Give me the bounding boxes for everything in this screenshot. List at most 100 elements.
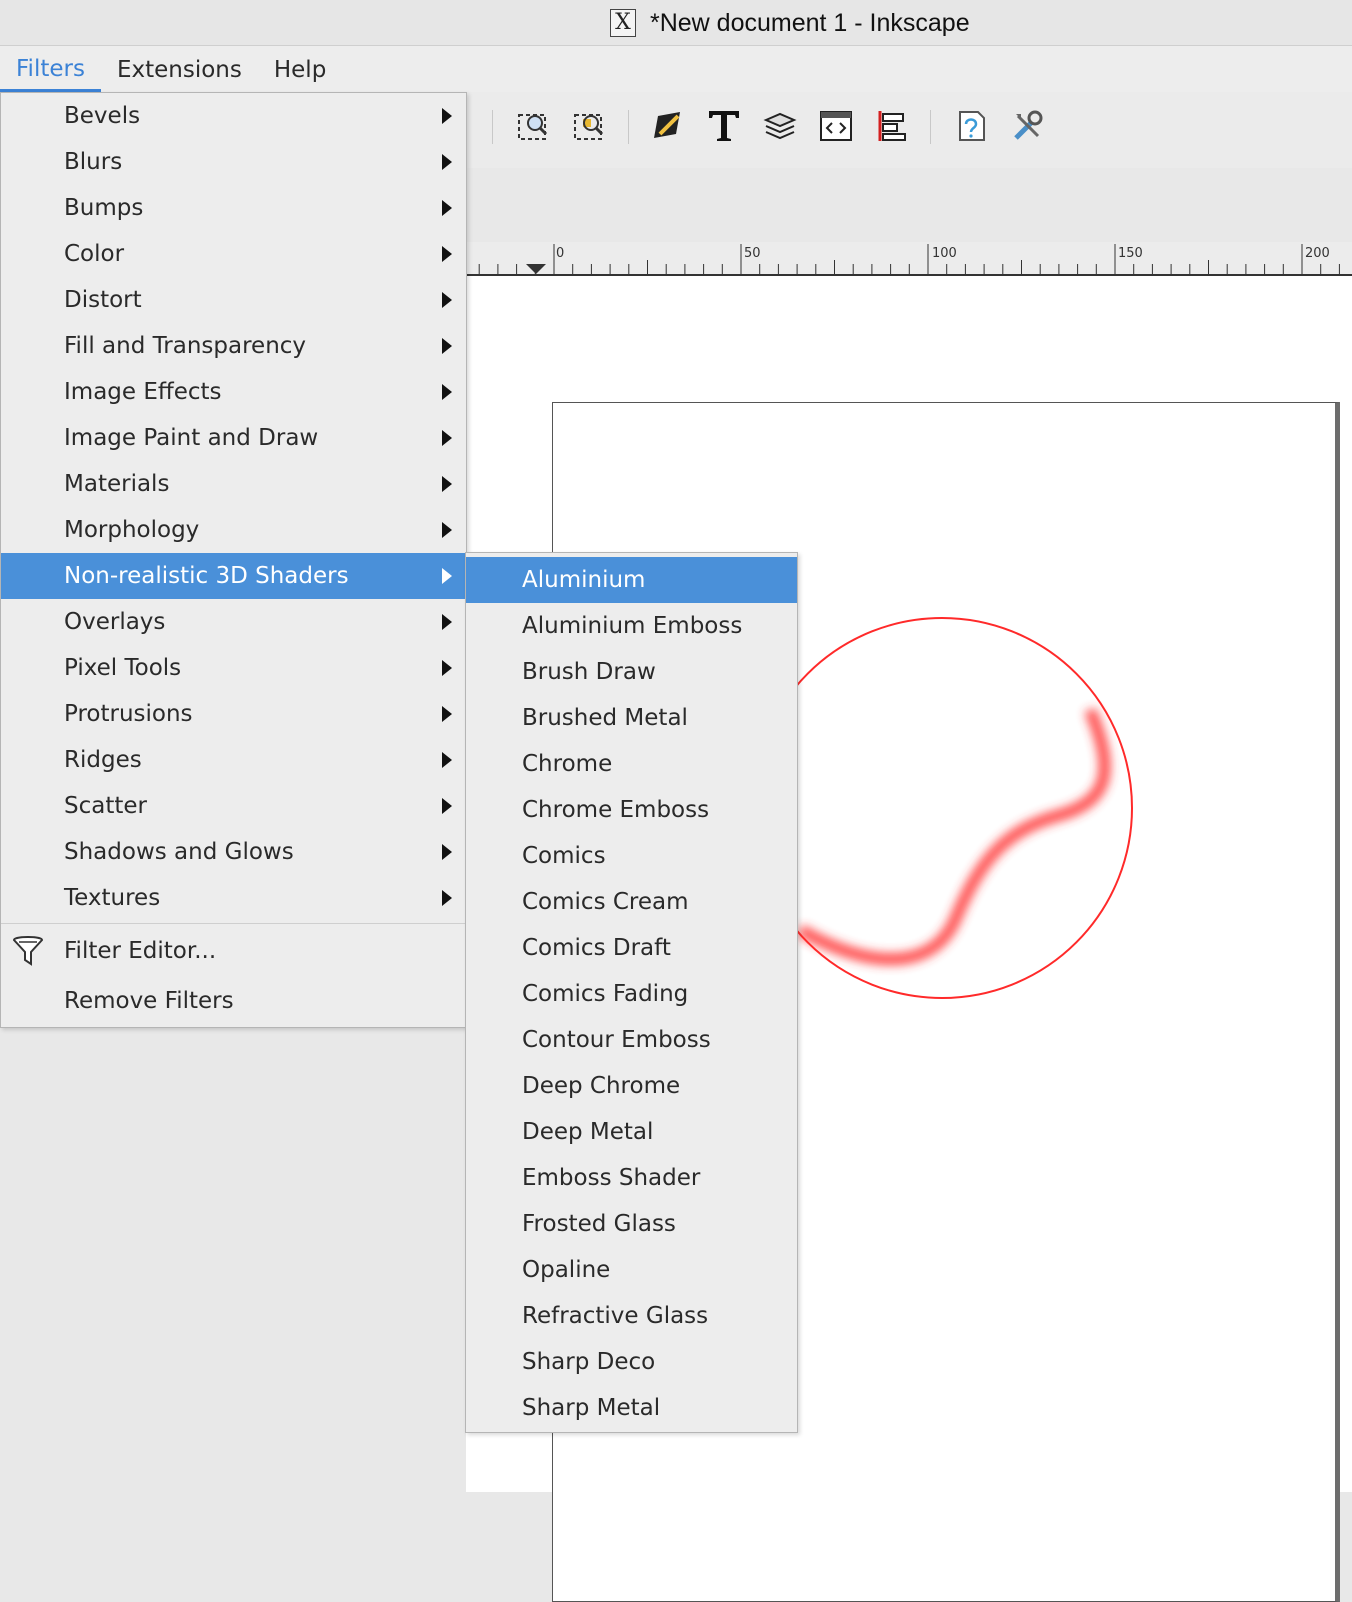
menu-item-label: Image Effects — [64, 379, 222, 405]
submenu-arrow-icon — [442, 292, 452, 308]
menu-item-label: Bumps — [64, 195, 144, 221]
submenu-item-comics-fading[interactable]: Comics Fading — [466, 971, 797, 1017]
submenu-item-comics[interactable]: Comics — [466, 833, 797, 879]
menu-item-label: Pixel Tools — [64, 655, 182, 681]
window-title: *New document 1 - Inkscape — [650, 8, 970, 37]
toolbar-separator — [628, 110, 629, 144]
menu-item-label: Bevels — [64, 103, 141, 129]
submenu-item-refractive-glass[interactable]: Refractive Glass — [466, 1293, 797, 1339]
preferences-icon[interactable] — [1010, 108, 1046, 144]
menu-item-filter-editor[interactable]: Filter Editor... — [1, 926, 466, 976]
submenu-arrow-icon — [442, 890, 452, 906]
submenu-item-deep-chrome[interactable]: Deep Chrome — [466, 1063, 797, 1109]
submenu-arrow-icon — [442, 430, 452, 446]
text-tool-icon[interactable] — [706, 108, 742, 144]
menu-item-label: Overlays — [64, 609, 166, 635]
menu-item-fill-and-transparency[interactable]: Fill and Transparency — [1, 323, 466, 369]
menu-filters[interactable]: Filters — [0, 48, 101, 92]
submenu-item-deep-metal[interactable]: Deep Metal — [466, 1109, 797, 1155]
submenu-item-aluminium[interactable]: Aluminium — [466, 557, 797, 603]
filters-menu: Bevels Blurs Bumps Color Distort Fill an… — [0, 92, 467, 1028]
submenu-item-comics-draft[interactable]: Comics Draft — [466, 925, 797, 971]
menu-item-materials[interactable]: Materials — [1, 461, 466, 507]
menu-item-scatter[interactable]: Scatter — [1, 783, 466, 829]
menu-item-remove-filters[interactable]: Remove Filters — [1, 976, 466, 1026]
menu-item-label: Distort — [64, 287, 142, 313]
submenu-arrow-icon — [442, 108, 452, 124]
menu-item-bevels[interactable]: Bevels — [1, 93, 466, 139]
menu-item-label: Protrusions — [64, 701, 193, 727]
ruler-label: 200 — [1305, 246, 1330, 261]
tool-controls-bar — [466, 168, 1352, 242]
menu-item-image-paint-and-draw[interactable]: Image Paint and Draw — [1, 415, 466, 461]
ruler-label: 50 — [744, 246, 761, 261]
submenu-arrow-icon — [442, 476, 452, 492]
menu-help[interactable]: Help — [258, 48, 342, 92]
submenu-item-sharp-deco[interactable]: Sharp Deco — [466, 1339, 797, 1385]
submenu-item-sharp-metal[interactable]: Sharp Metal — [466, 1385, 797, 1431]
zoom-drawing-icon[interactable] — [572, 108, 608, 144]
submenu-arrow-icon — [442, 568, 452, 584]
align-distribute-icon[interactable] — [874, 108, 910, 144]
horizontal-ruler[interactable]: 0 50 100 150 200 — [466, 242, 1352, 276]
menu-item-distort[interactable]: Distort — [1, 277, 466, 323]
submenu-arrow-icon — [442, 246, 452, 262]
menu-item-blurs[interactable]: Blurs — [1, 139, 466, 185]
submenu-item-emboss-shader[interactable]: Emboss Shader — [466, 1155, 797, 1201]
menu-item-non-realistic-3d-shaders[interactable]: Non-realistic 3D Shaders — [1, 553, 466, 599]
submenu-arrow-icon — [442, 384, 452, 400]
menu-item-protrusions[interactable]: Protrusions — [1, 691, 466, 737]
menu-item-shadows-and-glows[interactable]: Shadows and Glows — [1, 829, 466, 875]
submenu-item-frosted-glass[interactable]: Frosted Glass — [466, 1201, 797, 1247]
submenu-arrow-icon — [442, 798, 452, 814]
menu-item-label: Color — [64, 241, 125, 267]
menu-item-label: Shadows and Glows — [64, 839, 294, 865]
menu-item-label: Materials — [64, 471, 170, 497]
submenu-item-chrome-emboss[interactable]: Chrome Emboss — [466, 787, 797, 833]
menu-separator — [1, 923, 466, 924]
menu-item-pixel-tools[interactable]: Pixel Tools — [1, 645, 466, 691]
menu-extensions[interactable]: Extensions — [101, 48, 258, 92]
menu-item-bumps[interactable]: Bumps — [1, 185, 466, 231]
submenu-item-brushed-metal[interactable]: Brushed Metal — [466, 695, 797, 741]
menu-item-label: Morphology — [64, 517, 200, 543]
menu-item-label: Remove Filters — [64, 988, 234, 1014]
toolbar-separator — [930, 110, 931, 144]
submenu-item-brush-draw[interactable]: Brush Draw — [466, 649, 797, 695]
menu-item-textures[interactable]: Textures — [1, 875, 466, 921]
submenu-arrow-icon — [442, 614, 452, 630]
menu-item-label: Image Paint and Draw — [64, 425, 319, 451]
submenu-item-aluminium-emboss[interactable]: Aluminium Emboss — [466, 603, 797, 649]
submenu-arrow-icon — [442, 706, 452, 722]
submenu-item-opaline[interactable]: Opaline — [466, 1247, 797, 1293]
menu-item-image-effects[interactable]: Image Effects — [1, 369, 466, 415]
menu-item-label: Non-realistic 3D Shaders — [64, 563, 349, 589]
submenu-arrow-icon — [442, 660, 452, 676]
menu-item-label: Blurs — [64, 149, 123, 175]
title-bar: X *New document 1 - Inkscape — [0, 0, 1352, 46]
fill-stroke-icon[interactable] — [650, 108, 686, 144]
submenu-item-contour-emboss[interactable]: Contour Emboss — [466, 1017, 797, 1063]
menu-item-overlays[interactable]: Overlays — [1, 599, 466, 645]
ruler-label: 100 — [932, 246, 957, 261]
ruler-label: 150 — [1118, 246, 1143, 261]
menu-item-label: Textures — [64, 885, 161, 911]
zoom-selection-icon[interactable] — [516, 108, 552, 144]
submenu-arrow-icon — [442, 752, 452, 768]
ruler-label: 0 — [556, 246, 565, 261]
layers-icon[interactable] — [762, 108, 798, 144]
menu-item-morphology[interactable]: Morphology — [1, 507, 466, 553]
submenu-item-comics-cream[interactable]: Comics Cream — [466, 879, 797, 925]
x-window-icon: X — [610, 9, 636, 37]
menu-item-ridges[interactable]: Ridges — [1, 737, 466, 783]
document-properties-icon[interactable] — [954, 108, 990, 144]
drawing-shape[interactable] — [751, 600, 1160, 1024]
submenu-arrow-icon — [442, 844, 452, 860]
funnel-icon — [11, 934, 45, 974]
menu-bar: Filters Extensions Help — [0, 46, 1352, 92]
non-realistic-3d-shaders-submenu: Aluminium Aluminium Emboss Brush Draw Br… — [465, 552, 798, 1433]
submenu-arrow-icon — [442, 154, 452, 170]
menu-item-color[interactable]: Color — [1, 231, 466, 277]
xml-editor-icon[interactable] — [818, 108, 854, 144]
submenu-item-chrome[interactable]: Chrome — [466, 741, 797, 787]
